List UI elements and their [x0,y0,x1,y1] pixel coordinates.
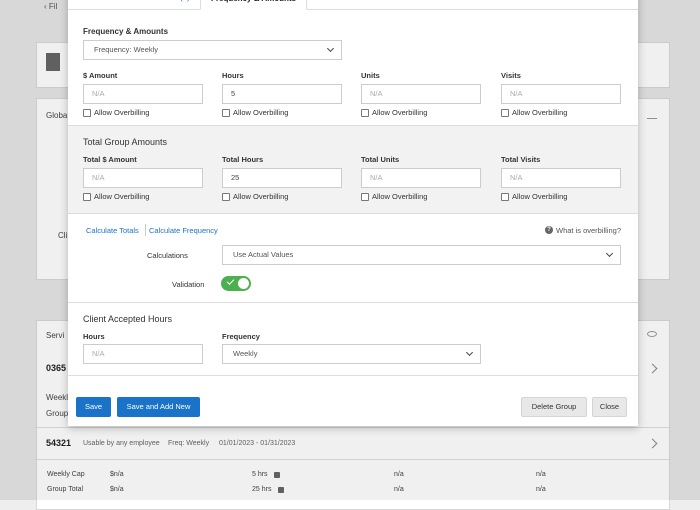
close-button[interactable]: Close [592,397,627,417]
checkbox-label: Allow Overbilling [233,192,289,201]
client-frequency-label: Frequency [222,332,260,341]
divider [68,302,638,303]
total-hours-allow-overbilling[interactable]: Allow Overbilling [222,192,288,201]
toggle-knob [238,278,249,289]
calculate-frequency-link[interactable]: Calculate Frequency [149,226,218,235]
total-visits-allow-overbilling[interactable]: Allow Overbilling [501,192,567,201]
checkbox-label: Allow Overbilling [233,108,289,117]
checkbox[interactable] [361,192,369,201]
units-allow-overbilling[interactable]: Allow Overbilling [361,108,427,117]
chevron-down-icon [465,348,474,357]
checkbox[interactable] [501,108,509,117]
client-hours-label: Hours [83,332,105,341]
edit-group-modal: General Service Code(3) Frequency & Amou… [68,0,638,426]
calculations-select[interactable]: Use Actual Values [222,245,621,265]
client-hours-title: Client Accepted Hours [83,314,173,324]
total-hours-input[interactable]: 25 [222,168,342,188]
what-is-overbilling-link[interactable]: What is overbilling? [556,226,621,235]
tab-contacts[interactable]: Contacts [311,0,343,10]
total-units-label: Total Units [361,155,400,164]
frequency-section-title: Frequency & Amounts [83,27,169,36]
validation-label: Validation [172,280,205,289]
hours-input[interactable]: 5 [222,84,342,104]
total-group-title: Total Group Amounts [83,137,168,147]
amount-label: $ Amount [83,71,118,80]
amount-input[interactable]: N/A [83,84,203,104]
tab-general[interactable]: General [86,0,114,10]
checkbox[interactable] [83,108,91,117]
frequency-select-value: Frequency: Weekly [94,45,159,54]
checkbox-label: Allow Overbilling [94,192,150,201]
checkbox[interactable] [83,192,91,201]
calculations-label: Calculations [147,251,188,260]
checkbox[interactable] [222,108,230,117]
hours-label: Hours [222,71,244,80]
checkbox[interactable] [222,192,230,201]
calculations-select-value: Use Actual Values [233,250,294,259]
visits-label: Visits [501,71,521,80]
tab-service-code[interactable]: Service Code(3) [132,0,190,10]
checkbox[interactable] [501,192,509,201]
visits-allow-overbilling[interactable]: Allow Overbilling [501,108,567,117]
total-amount-label: Total $ Amount [83,155,137,164]
client-hours-input[interactable]: N/A [83,344,203,364]
client-frequency-value: Weekly [233,349,258,358]
total-amount-input[interactable]: N/A [83,168,203,188]
validation-toggle[interactable] [221,276,251,291]
checkbox-label: Allow Overbilling [372,108,428,117]
total-visits-input[interactable]: N/A [501,168,621,188]
total-hours-label: Total Hours [222,155,264,164]
save-and-add-new-button[interactable]: Save and Add New [117,397,200,417]
total-units-allow-overbilling[interactable]: Allow Overbilling [361,192,427,201]
total-units-input[interactable]: N/A [361,168,481,188]
amount-allow-overbilling[interactable]: Allow Overbilling [83,108,149,117]
footer-divider [68,375,638,376]
calculate-totals-link[interactable]: Calculate Totals [86,226,139,235]
units-input[interactable]: N/A [361,84,481,104]
check-icon [226,277,235,285]
units-label: Units [361,71,380,80]
total-visits-label: Total Visits [501,155,541,164]
visits-input[interactable]: N/A [501,84,621,104]
total-amount-allow-overbilling[interactable]: Allow Overbilling [83,192,149,201]
chevron-down-icon [326,44,335,53]
checkbox-label: Allow Overbilling [512,192,568,201]
delete-group-button[interactable]: Delete Group [521,397,587,417]
hours-allow-overbilling[interactable]: Allow Overbilling [222,108,288,117]
checkbox-label: Allow Overbilling [372,192,428,201]
checkbox-label: Allow Overbilling [512,108,568,117]
link-separator [145,224,146,236]
tab-frequency-amounts[interactable]: Frequency & Amounts [200,0,308,10]
client-frequency-select[interactable]: Weekly [222,344,481,364]
checkbox[interactable] [361,108,369,117]
save-button[interactable]: Save [76,397,111,417]
modal-tabs: General Service Code(3) Frequency & Amou… [68,0,638,10]
checkbox-label: Allow Overbilling [94,108,150,117]
frequency-select[interactable]: Frequency: Weekly [83,40,342,60]
question-icon: ? [545,226,553,234]
chevron-down-icon [605,249,614,258]
